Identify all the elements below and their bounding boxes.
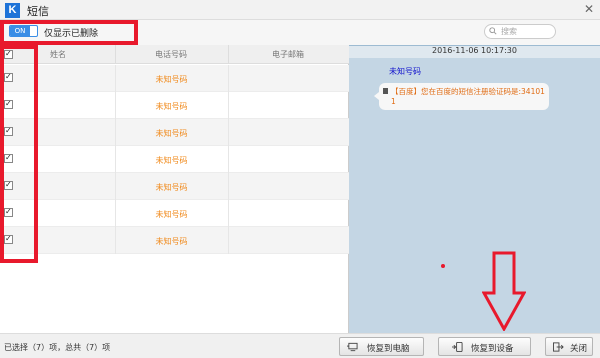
row-checkbox[interactable] — [4, 180, 13, 190]
show-deleted-toggle[interactable]: ON — [9, 25, 38, 37]
selection-count: 已选择（7）项，总共（7）项 — [4, 343, 111, 352]
search-icon — [489, 27, 497, 35]
select-all-checkbox[interactable] — [4, 49, 13, 59]
phone-cell: 未知号码 — [155, 75, 188, 84]
restore-to-pc-button[interactable]: 恢复到电脑 — [339, 337, 424, 356]
close-label: 关闭 — [570, 344, 588, 354]
status-bar: 已选择（7）项，总共（7）项 恢复到电脑 恢复到设备 关闭 — [0, 333, 600, 358]
table-row[interactable]: 未知号码 — [0, 227, 349, 254]
device-icon — [452, 342, 463, 352]
table-row[interactable]: 未知号码 — [0, 119, 349, 146]
row-checkbox[interactable] — [4, 153, 13, 163]
phone-cell: 未知号码 — [155, 183, 188, 192]
column-divider — [37, 45, 38, 64]
message-bubble: 【百度】您在百度的短信注册验证码是:341011 — [374, 83, 549, 110]
exit-icon — [553, 342, 564, 352]
search-input[interactable]: 搜索 — [484, 24, 556, 39]
computer-icon — [347, 342, 358, 352]
phone-cell: 未知号码 — [155, 102, 188, 111]
title-bar: K 短信 ✕ — [0, 0, 600, 20]
table-row[interactable]: 未知号码 — [0, 200, 349, 227]
row-checkbox[interactable] — [4, 234, 13, 244]
toggle-state: ON — [10, 26, 30, 36]
restore-to-device-label: 恢复到设备 — [471, 344, 514, 354]
annotation-dot — [441, 264, 445, 268]
row-checkbox[interactable] — [4, 99, 13, 109]
close-button[interactable]: 关闭 — [545, 337, 593, 356]
column-divider — [228, 45, 229, 64]
table-row[interactable]: 未知号码 — [0, 173, 349, 200]
message-sender: 未知号码 — [389, 67, 421, 76]
close-icon[interactable]: ✕ — [584, 2, 594, 16]
row-checkbox[interactable] — [4, 207, 13, 217]
header-phone[interactable]: 电话号码 — [155, 49, 187, 60]
phone-cell: 未知号码 — [155, 156, 188, 165]
toggle-label: 仅显示已删除 — [44, 29, 99, 39]
restore-to-pc-label: 恢复到电脑 — [367, 344, 410, 354]
row-checkbox[interactable] — [4, 72, 13, 82]
message-panel: 2016-11-06 10:17:30 未知号码 【百度】您在百度的短信注册验证… — [349, 45, 600, 333]
table-row[interactable]: 未知号码 — [0, 92, 349, 119]
message-timestamp: 2016-11-06 10:17:30 — [349, 46, 600, 58]
table-header: 姓名 电话号码 电子邮箱 — [0, 45, 349, 64]
sms-table: 姓名 电话号码 电子邮箱 未知号码 未知号码 未知号码 未知号码 未知号码 未知… — [0, 45, 349, 333]
header-name[interactable]: 姓名 — [50, 49, 66, 60]
down-arrow-annotation-icon — [482, 251, 526, 331]
phone-cell: 未知号码 — [155, 129, 188, 138]
header-email[interactable]: 电子邮箱 — [272, 49, 304, 60]
search-placeholder: 搜索 — [501, 27, 517, 36]
row-checkbox[interactable] — [4, 126, 13, 136]
window-title: 短信 — [27, 5, 49, 18]
restore-to-device-button[interactable]: 恢复到设备 — [438, 337, 531, 356]
table-row[interactable]: 未知号码 — [0, 146, 349, 173]
table-row[interactable]: 未知号码 — [0, 65, 349, 92]
column-divider — [115, 45, 116, 64]
app-logo: K — [5, 3, 20, 18]
sim-card-icon — [383, 88, 388, 94]
message-text: 【百度】您在百度的短信注册验证码是:341011 — [391, 87, 545, 106]
phone-cell: 未知号码 — [155, 237, 188, 246]
phone-cell: 未知号码 — [155, 210, 188, 219]
